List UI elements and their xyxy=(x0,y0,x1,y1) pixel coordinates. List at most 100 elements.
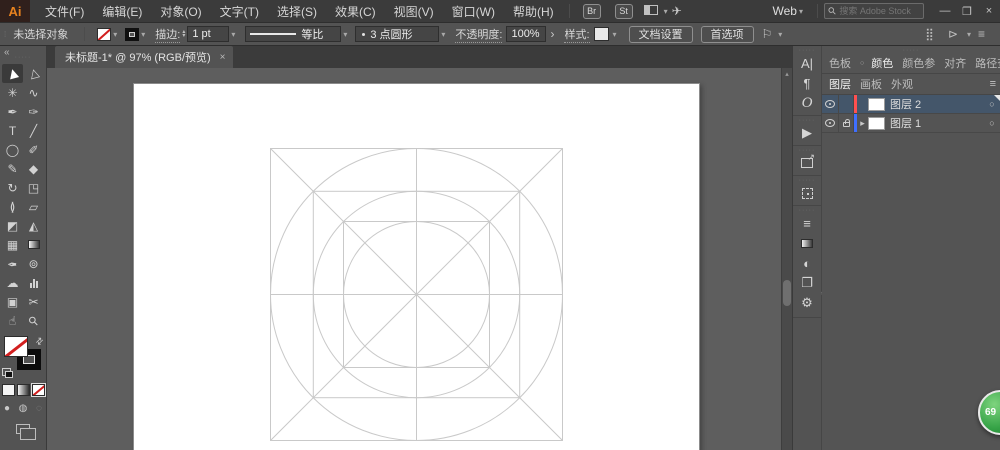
menu-view[interactable]: 视图(V) xyxy=(385,3,443,20)
fill-swatch-none[interactable] xyxy=(97,28,111,41)
character-panel-icon[interactable]: A| xyxy=(793,53,821,73)
disclosure-triangle[interactable]: ▸ xyxy=(857,118,868,129)
zoom-tool[interactable]: ⚲ xyxy=(23,311,44,330)
panel-grip[interactable]: ····· xyxy=(822,46,1000,53)
gradient-panel-icon[interactable] xyxy=(793,233,821,253)
tab-layers[interactable]: 图层 xyxy=(829,76,851,92)
tab-pathfinder[interactable]: 路径查 xyxy=(975,55,1000,71)
restore-button[interactable]: ❐ xyxy=(956,2,978,20)
scrollbar-thumb[interactable] xyxy=(783,280,791,306)
curvature-tool[interactable]: ✑ xyxy=(23,102,44,121)
graphic-styles-panel-icon[interactable]: ⚙⚙ xyxy=(793,293,821,313)
stroke-link[interactable]: 描边: xyxy=(155,26,180,43)
stroke-weight-field[interactable]: 1 pt xyxy=(187,26,229,42)
symbols-panel-icon[interactable]: ❐ xyxy=(793,273,821,293)
tab-color-guide[interactable]: 颜色参 xyxy=(902,55,935,71)
panel-flyout-icon[interactable]: ⊳ xyxy=(948,27,958,41)
gradient-button[interactable] xyxy=(17,384,30,396)
tab-appearance[interactable]: 外观 xyxy=(891,76,913,92)
chevron-down-icon[interactable]: ▾ xyxy=(967,30,971,39)
bridge-button[interactable]: Br xyxy=(583,4,601,19)
canvas-pasteboard[interactable] xyxy=(47,68,781,450)
slice-tool[interactable]: ✂ xyxy=(23,292,44,311)
menu-file[interactable]: 文件(F) xyxy=(36,3,93,20)
menu-effect[interactable]: 效果(C) xyxy=(326,3,385,20)
transparency-panel-icon[interactable]: ◐ xyxy=(793,253,821,273)
menu-edit[interactable]: 编辑(E) xyxy=(93,3,151,20)
free-transform-tool[interactable]: ▱ xyxy=(23,197,44,216)
width-tool[interactable]: ≬ xyxy=(2,197,23,216)
none-button[interactable] xyxy=(32,384,45,396)
menu-type[interactable]: 文字(T) xyxy=(211,3,268,20)
type-tool[interactable]: T xyxy=(2,121,23,140)
layer-thumbnail[interactable] xyxy=(868,117,885,130)
shape-builder-tool[interactable]: ◩ xyxy=(2,216,23,235)
lasso-tool[interactable]: ∿ xyxy=(23,83,44,102)
isolate-selection-icon[interactable]: ⚐ xyxy=(762,27,773,41)
direct-selection-tool[interactable]: ▷ xyxy=(23,64,44,83)
eraser-tool[interactable]: ◆ xyxy=(23,159,44,178)
gradient-tool[interactable] xyxy=(23,235,44,254)
list-icon[interactable]: ≡ xyxy=(978,27,985,41)
minimize-button[interactable]: — xyxy=(934,2,956,20)
target-icon[interactable]: ○ xyxy=(984,99,1000,109)
menu-object[interactable]: 对象(O) xyxy=(151,3,210,20)
panel-menu-icon[interactable]: ≡ xyxy=(990,78,996,90)
chevron-down-icon[interactable]: ▾ xyxy=(441,30,445,39)
icon-grid-artwork[interactable] xyxy=(270,148,563,441)
chevron-down-icon[interactable]: ▾ xyxy=(113,30,117,39)
eyedropper-tool[interactable]: ✒ xyxy=(2,254,23,273)
lock-toggle[interactable] xyxy=(839,95,854,113)
hand-tool[interactable]: ☝ xyxy=(2,311,23,330)
artboard-tool[interactable]: ▣ xyxy=(2,292,23,311)
actions-panel-icon[interactable]: ▶ xyxy=(793,123,821,143)
tab-swatches[interactable]: 色板 xyxy=(829,55,851,71)
menu-select[interactable]: 选择(S) xyxy=(268,3,326,20)
symbol-sprayer-tool[interactable]: ☁ xyxy=(2,273,23,292)
tab-color[interactable]: 颜色 xyxy=(871,55,893,71)
dots-grid-icon[interactable]: ⣿ xyxy=(925,27,934,41)
opentype-panel-icon[interactable]: O xyxy=(793,93,821,113)
line-segment-tool[interactable]: ╱ xyxy=(23,121,44,140)
tab-artboards[interactable]: 画板 xyxy=(860,76,882,92)
visibility-toggle[interactable] xyxy=(822,95,839,113)
color-button[interactable] xyxy=(2,384,15,396)
ellipse-tool[interactable]: ◯ xyxy=(2,140,23,159)
transform-panel-icon[interactable] xyxy=(793,183,821,203)
gpu-performance-icon[interactable]: ✈ xyxy=(672,4,682,18)
blend-tool[interactable]: ⊚ xyxy=(23,254,44,273)
paragraph-panel-icon[interactable]: ¶ xyxy=(793,73,821,93)
layer-name[interactable]: 图层 2 xyxy=(890,96,984,112)
mesh-tool[interactable]: ▦ xyxy=(2,235,23,254)
workspace-switcher[interactable]: Web ▾ xyxy=(773,4,803,18)
app-logo[interactable]: Ai xyxy=(0,0,30,22)
stock-search[interactable]: ⚲ xyxy=(824,3,924,19)
pen-tool[interactable]: ✒ xyxy=(2,102,23,121)
chevron-down-icon[interactable]: ▾ xyxy=(231,30,235,39)
target-icon[interactable]: ○ xyxy=(984,118,1000,128)
perspective-grid-tool[interactable]: ◭ xyxy=(23,216,44,235)
export-panel-icon[interactable] xyxy=(793,153,821,173)
paintbrush-tool[interactable]: ✐ xyxy=(23,140,44,159)
draw-inside-icon[interactable]: ◌ xyxy=(33,403,45,414)
chevron-down-icon[interactable]: ▾ xyxy=(778,30,782,39)
chevron-down-icon[interactable]: ▾ xyxy=(141,30,145,39)
chevron-down-icon[interactable]: ▾ xyxy=(613,30,617,39)
menu-help[interactable]: 帮助(H) xyxy=(504,3,563,20)
pencil-shaper-tool[interactable]: ✎ xyxy=(2,159,23,178)
menu-window[interactable]: 窗口(W) xyxy=(443,3,504,20)
arrange-documents-icon[interactable] xyxy=(644,4,658,18)
document-tab[interactable]: 未标题-1* @ 97% (RGB/预览) × xyxy=(55,46,233,68)
lock-toggle[interactable] xyxy=(839,114,854,132)
collapse-panel-icon[interactable]: « xyxy=(4,47,10,58)
screen-mode-button[interactable] xyxy=(0,424,46,434)
opacity-link[interactable]: 不透明度: xyxy=(455,26,502,43)
default-fill-stroke-icon[interactable] xyxy=(2,368,11,376)
style-swatch[interactable] xyxy=(594,27,609,41)
stock-button[interactable]: St xyxy=(615,4,633,19)
opacity-field[interactable]: 100% xyxy=(506,26,546,42)
brush-select[interactable]: 3 点圆形 xyxy=(355,26,439,42)
tab-align[interactable]: 对齐 xyxy=(944,55,966,71)
search-input[interactable] xyxy=(839,6,915,16)
visibility-toggle[interactable] xyxy=(822,114,839,132)
